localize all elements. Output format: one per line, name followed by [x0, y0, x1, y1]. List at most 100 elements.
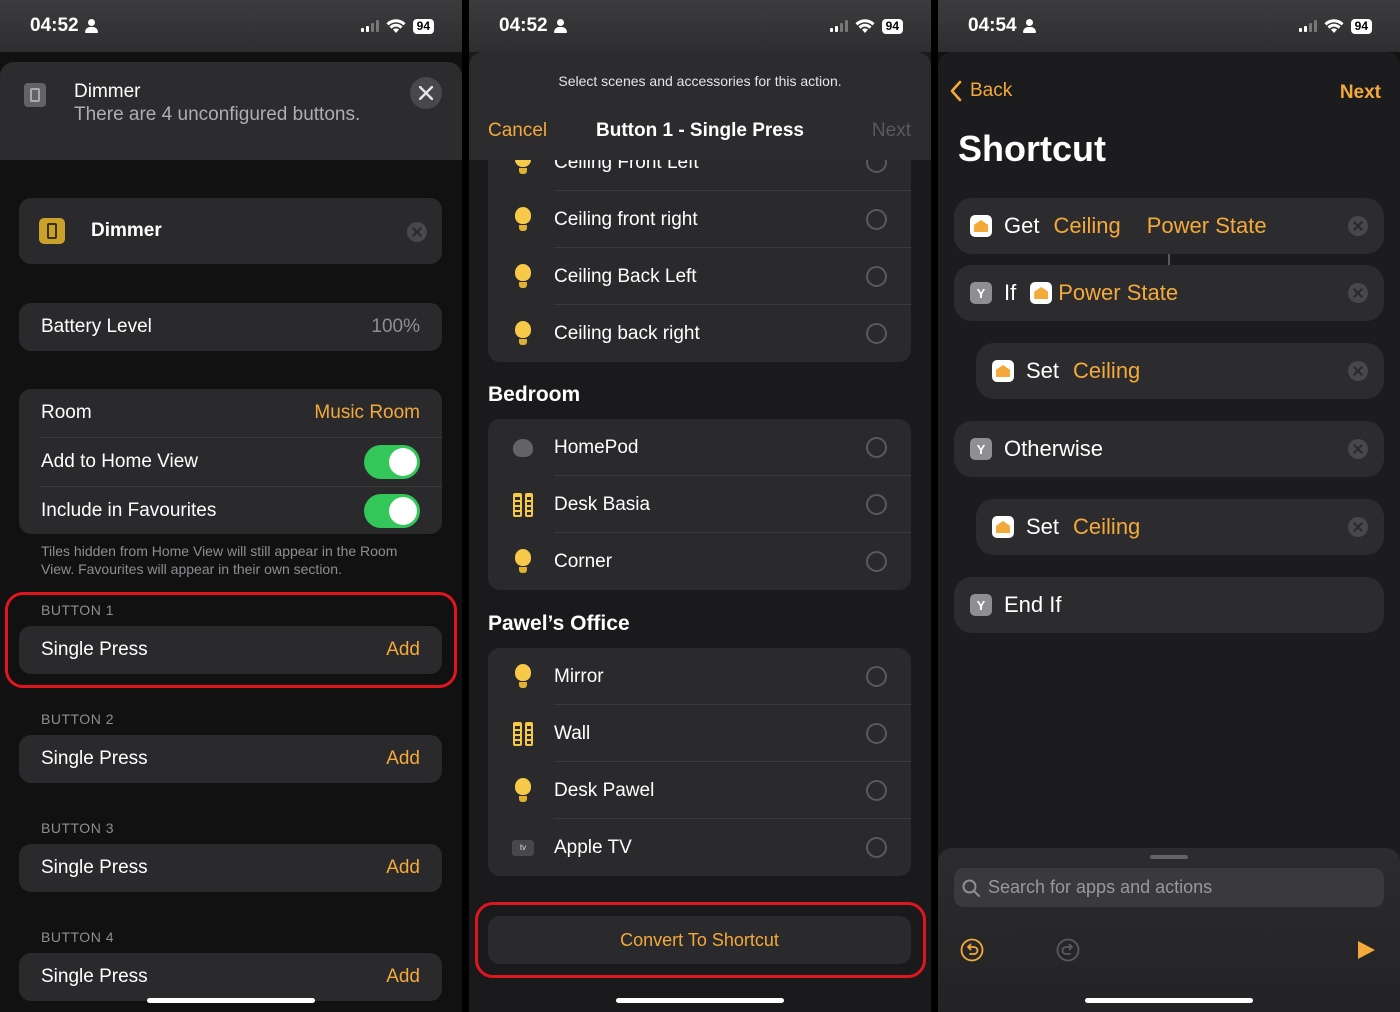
home-app-icon: [992, 516, 1014, 538]
action-if[interactable]: Y If Power State: [954, 265, 1384, 321]
redo-icon[interactable]: [1056, 938, 1080, 962]
home-app-icon: [1030, 282, 1053, 304]
room-card: Room Music Room Add to Home View Include…: [19, 389, 442, 534]
single-press-label: Single Press: [41, 748, 148, 769]
select-circle[interactable]: [866, 266, 887, 287]
status-bar: 04:52 94: [0, 0, 462, 52]
battery-indicator: 94: [881, 18, 903, 34]
prompt-text: Select scenes and accessories for this a…: [558, 73, 842, 89]
accessory-row[interactable]: Desk Basia: [488, 476, 911, 533]
search-input[interactable]: Search for apps and actions: [954, 868, 1384, 907]
add-button[interactable]: Add: [386, 857, 420, 879]
action-end-if[interactable]: Y End If: [954, 577, 1384, 633]
person-icon: [553, 19, 567, 33]
chevron-left-icon: [950, 80, 962, 102]
next-button[interactable]: Next: [1340, 82, 1381, 104]
apple-tv-icon: tv: [512, 839, 534, 856]
wifi-icon: [386, 18, 406, 33]
action-drawer[interactable]: Search for apps and actions: [938, 848, 1400, 1012]
ceiling-parameter[interactable]: Ceiling: [1073, 514, 1140, 540]
action-set-1[interactable]: Set Ceiling: [976, 343, 1384, 399]
add-button[interactable]: Add: [386, 748, 420, 770]
add-button[interactable]: Add: [386, 966, 420, 988]
home-app-icon: [970, 215, 992, 237]
device-card[interactable]: Dimmer: [19, 198, 442, 264]
ceiling-parameter[interactable]: Ceiling: [1053, 213, 1120, 239]
action-otherwise[interactable]: Y Otherwise: [954, 421, 1384, 477]
bulb-icon: [514, 263, 532, 290]
select-circle[interactable]: [866, 494, 887, 515]
accessory-row[interactable]: Desk Pawel: [488, 762, 911, 819]
undo-icon[interactable]: [960, 938, 984, 962]
play-icon[interactable]: [1356, 940, 1376, 960]
select-circle[interactable]: [866, 209, 887, 230]
close-icon: [419, 86, 433, 100]
status-bar: 04:52 94: [469, 0, 931, 52]
remove-action-icon[interactable]: [1348, 439, 1368, 459]
select-circle[interactable]: [866, 780, 887, 801]
remove-action-icon[interactable]: [1348, 216, 1368, 236]
button4-section-title: BUTTON 4: [41, 929, 114, 945]
room-row[interactable]: Room Music Room: [19, 389, 442, 437]
drawer-grabber[interactable]: [1150, 855, 1188, 859]
accessory-group-office: Mirror Wall Desk Pawel tv Apple TV: [488, 648, 911, 876]
button2-single-press-row[interactable]: Single Press Add: [19, 735, 442, 783]
status-time: 04:52: [30, 15, 79, 36]
power-state-parameter[interactable]: Power State: [1147, 213, 1267, 239]
close-button[interactable]: [410, 77, 442, 109]
home-indicator: [147, 998, 315, 1003]
button3-single-press-row[interactable]: Single Press Add: [19, 844, 442, 892]
remove-action-icon[interactable]: [1348, 283, 1368, 303]
power-state-variable[interactable]: Power State: [1058, 280, 1178, 306]
nav-header: Select scenes and accessories for this a…: [469, 52, 931, 160]
room-label: Room: [41, 402, 92, 423]
next-button[interactable]: Next: [872, 120, 911, 142]
search-placeholder: Search for apps and actions: [988, 877, 1213, 897]
scripting-icon: Y: [970, 594, 992, 616]
select-circle[interactable]: [866, 551, 887, 572]
bulb-icon: [514, 548, 532, 575]
shortcut-editor-panel: 04:54 94 Back Next Shortcut Get Ceiling …: [938, 0, 1400, 1012]
action-get[interactable]: Get Ceiling Power State: [954, 198, 1384, 254]
accessory-row[interactable]: Ceiling front right: [488, 191, 911, 248]
accessory-row[interactable]: Wall: [488, 705, 911, 762]
select-circle[interactable]: [866, 323, 887, 344]
clear-icon[interactable]: [407, 222, 427, 242]
select-circle[interactable]: [866, 666, 887, 687]
select-circle[interactable]: [866, 437, 887, 458]
back-button[interactable]: Back: [950, 80, 1012, 102]
accessory-row[interactable]: tv Apple TV: [488, 819, 911, 876]
battery-value: 100%: [371, 316, 420, 337]
select-accessories-panel: 04:52 94 Ceiling Front Left Ceiling fron…: [469, 0, 931, 1012]
button4-single-press-row[interactable]: Single Press Add: [19, 953, 442, 1001]
cellular-signal-icon: [829, 20, 848, 32]
accessory-row[interactable]: Ceiling back right: [488, 305, 911, 362]
person-icon: [1022, 19, 1036, 33]
single-press-label: Single Press: [41, 966, 148, 987]
home-view-toggle[interactable]: [364, 445, 420, 479]
favourites-toggle[interactable]: [364, 493, 420, 528]
cellular-signal-icon: [360, 20, 379, 32]
battery-card: Battery Level 100%: [19, 303, 442, 351]
battery-indicator: 94: [1350, 18, 1372, 34]
select-circle[interactable]: [866, 723, 887, 744]
highlight-frame: [475, 902, 926, 978]
favourites-label: Include in Favourites: [41, 499, 217, 521]
accessory-row[interactable]: Mirror: [488, 648, 911, 705]
cellular-signal-icon: [1298, 20, 1317, 32]
accessory-row[interactable]: Corner: [488, 533, 911, 590]
remove-action-icon[interactable]: [1348, 361, 1368, 381]
remove-action-icon[interactable]: [1348, 517, 1368, 537]
select-circle[interactable]: [866, 837, 887, 858]
accessory-row[interactable]: HomePod: [488, 419, 911, 476]
wifi-icon: [855, 18, 875, 33]
scripting-icon: Y: [970, 438, 992, 460]
home-app-icon: [992, 360, 1014, 382]
action-set-2[interactable]: Set Ceiling: [976, 499, 1384, 555]
sheet-header: Dimmer There are 4 unconfigured buttons.: [0, 62, 462, 160]
connector-line: [1168, 252, 1170, 266]
ceiling-parameter[interactable]: Ceiling: [1073, 358, 1140, 384]
accessory-row[interactable]: Ceiling Back Left: [488, 248, 911, 305]
dimmer-device-icon: [24, 83, 46, 107]
accessory-group-bedroom: HomePod Desk Basia Corner: [488, 419, 911, 590]
